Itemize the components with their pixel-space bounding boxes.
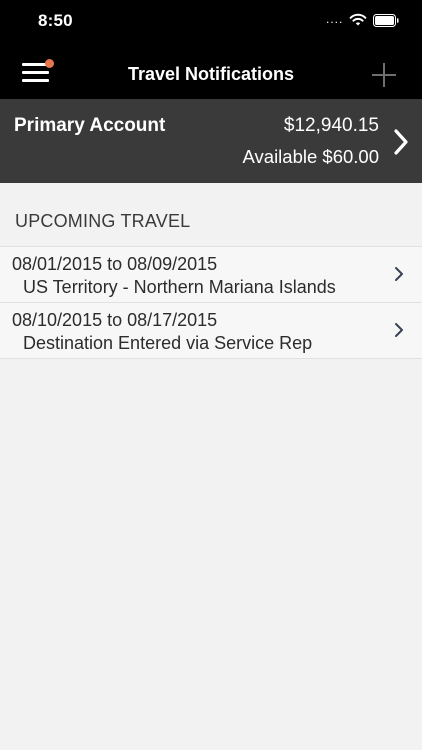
page-title: Travel Notifications: [127, 64, 295, 84]
status-bar: 8:50 ....: [0, 0, 422, 47]
battery-icon: [373, 14, 399, 27]
add-notification-button[interactable]: [372, 63, 396, 87]
travel-destination: Destination Entered via Service Rep: [23, 333, 313, 353]
signal-dots: ....: [326, 12, 344, 26]
travel-list-item[interactable]: 08/01/2015 to 08/09/2015 US Territory - …: [0, 247, 422, 303]
travel-destination: US Territory - Northern Mariana Islands: [23, 277, 336, 297]
travel-list-item[interactable]: 08/10/2015 to 08/17/2015 Destination Ent…: [0, 303, 422, 359]
travel-dates: 08/01/2015 to 08/09/2015: [12, 254, 218, 274]
account-balance: $12,940.15: [283, 115, 379, 136]
account-summary-panel[interactable]: Primary Account $12,940.15 Available $60…: [0, 99, 422, 183]
travel-dates: 08/10/2015 to 08/17/2015: [12, 310, 218, 330]
section-header-upcoming-travel: UPCOMING TRAVEL: [15, 211, 191, 231]
travel-list: 08/01/2015 to 08/09/2015 US Territory - …: [0, 246, 422, 359]
navigation-bar: Travel Notifications: [0, 47, 422, 99]
chevron-right-icon: [395, 323, 403, 337]
wifi-icon: [349, 13, 367, 26]
status-time: 8:50: [38, 11, 73, 30]
chevron-right-icon: [395, 267, 403, 281]
available-balance: Available $60.00: [242, 146, 379, 167]
chevron-right-icon[interactable]: [393, 128, 409, 156]
account-name: Primary Account: [14, 115, 166, 136]
